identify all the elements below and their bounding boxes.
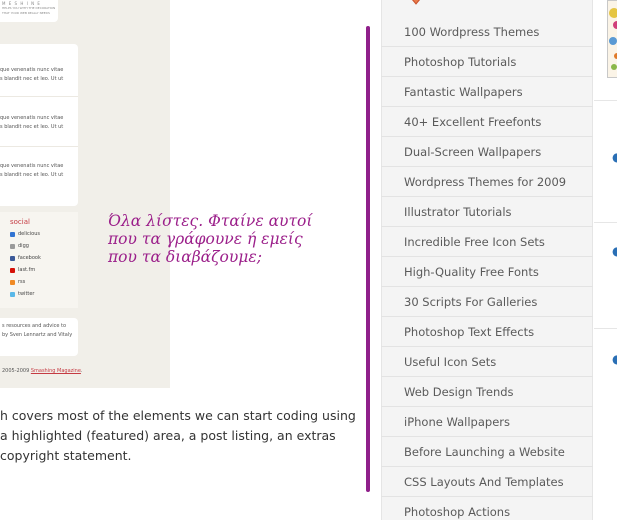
- mockup-slogan: HELPS YOU WITH THE DECORATION THAT YOUR …: [2, 6, 56, 15]
- annotation-line: που τα διαβάζουμε;: [108, 248, 262, 266]
- mockup-social-label: rss: [18, 279, 26, 285]
- mockup-copyright-suffix: .: [80, 368, 83, 374]
- right-column: ● ● ●: [594, 0, 617, 520]
- sidebar-link[interactable]: 100 Wordpress Themes: [381, 17, 593, 47]
- sidebar-link[interactable]: CSS Layouts And Templates: [381, 467, 593, 497]
- mockup-post: que venenatis nunc vitae s blandit nec e…: [0, 66, 78, 97]
- sidebar-link[interactable]: 30 Scripts For Galleries: [381, 287, 593, 317]
- mockup-social-item: facebook: [10, 255, 41, 261]
- sidebar-link[interactable]: Photoshop Text Effects: [381, 317, 593, 347]
- digg-icon: [10, 243, 15, 249]
- mockup-social-title: social: [10, 218, 30, 226]
- sidebar-link[interactable]: High-Quality Free Fonts: [381, 257, 593, 287]
- mockup-copyright-link: Smashing Magazine: [30, 368, 81, 374]
- annotation-line: Όλα λίστες. Φταίνε αυτοί: [108, 212, 313, 230]
- mockup-post-line: que venenatis nunc vitae: [0, 163, 64, 169]
- article-paragraph: h covers most of the elements we can sta…: [0, 406, 360, 466]
- facebook-icon: [10, 255, 15, 261]
- paragraph-line: a highlighted (featured) area, a post li…: [0, 428, 336, 443]
- sidebar-link-list: 100 Wordpress Themes Photoshop Tutorials…: [381, 17, 593, 520]
- sidebar-link[interactable]: Useful Icon Sets: [381, 347, 593, 377]
- mockup-post: que venenatis nunc vitae s blandit nec e…: [0, 114, 78, 147]
- mockup-post-line: s blandit nec et leo. Ut ut: [0, 124, 64, 130]
- annotation-line: που τα γράφουνε ή εμείς: [108, 230, 303, 248]
- mockup-post-listing: que venenatis nunc vitae s blandit nec e…: [0, 44, 78, 206]
- right-column-divider: [594, 100, 617, 101]
- sidebar-link[interactable]: Before Launching a Website: [381, 437, 593, 467]
- mockup-social-label: delicious: [18, 231, 40, 237]
- mockup-social-label: twitter: [18, 291, 35, 297]
- paragraph-line: copyright statement.: [0, 448, 132, 463]
- sidebar-link[interactable]: 40+ Excellent Freefonts: [381, 107, 593, 137]
- right-column-divider: [594, 328, 617, 329]
- mockup-social-label: digg: [18, 243, 29, 249]
- mockup-social-item: twitter: [10, 291, 35, 297]
- mockup-social-item: rss: [10, 279, 25, 285]
- sidebar-link[interactable]: Wordpress Themes for 2009: [381, 167, 593, 197]
- sidebar-link[interactable]: iPhone Wallpapers: [381, 407, 593, 437]
- mockup-post-divider: [0, 96, 78, 97]
- cropped-link-icon: ●: [612, 150, 617, 164]
- mockup-post-line: s blandit nec et leo. Ut ut: [0, 76, 64, 82]
- ad-thumbnail[interactable]: [607, 0, 617, 78]
- mockup-copyright-prefix: 2005-2009: [2, 368, 31, 374]
- mockup-about-box: s resources and advice to by Sven Lennar…: [0, 318, 78, 356]
- mockup-about-line: s resources and advice to: [2, 323, 67, 329]
- mockup-post-line: que venenatis nunc vitae: [0, 67, 64, 73]
- right-column-divider: [594, 222, 617, 223]
- highlight-bar: [366, 26, 370, 492]
- sidebar-link[interactable]: Fantastic Wallpapers: [381, 77, 593, 107]
- cropped-link-icon: ●: [612, 244, 617, 258]
- thumbnail-art-icon: [609, 8, 617, 70]
- mockup-social-label: facebook: [18, 255, 41, 261]
- sidebar-link[interactable]: Photoshop Tutorials: [381, 47, 593, 77]
- lastfm-icon: [10, 267, 15, 273]
- sidebar-link[interactable]: Illustrator Tutorials: [381, 197, 593, 227]
- delicious-icon: [10, 231, 15, 237]
- cropped-link-icon: ●: [612, 352, 617, 366]
- twitter-icon: [10, 291, 15, 297]
- design-mockup-image: M E S H I N E HELPS YOU WITH THE DECORAT…: [0, 0, 170, 388]
- sidebar-link[interactable]: Photoshop Actions: [381, 497, 593, 520]
- sidebar-link[interactable]: Incredible Free Icon Sets: [381, 227, 593, 257]
- mockup-copyright: 2005-2009 Smashing Magazine.: [2, 368, 83, 374]
- mockup-post-line: que venenatis nunc vitae: [0, 115, 64, 121]
- rss-icon: [10, 279, 15, 285]
- mockup-post-line: s blandit nec et leo. Ut ut: [0, 172, 64, 178]
- mockup-social-box: social delicious digg facebook last.fm r…: [0, 212, 78, 308]
- mockup-post-divider: [0, 146, 78, 147]
- mockup-tagline: M E S H I N E HELPS YOU WITH THE DECORAT…: [0, 0, 58, 22]
- mockup-social-item: delicious: [10, 231, 40, 237]
- mockup-post: que venenatis nunc vitae s blandit nec e…: [0, 162, 78, 180]
- mockup-about-line: by Sven Lennartz and Vitaly: [2, 332, 73, 338]
- mockup-social-item: digg: [10, 243, 29, 249]
- sidebar-link[interactable]: Dual-Screen Wallpapers: [381, 137, 593, 167]
- paragraph-line: h covers most of the elements we can sta…: [0, 408, 356, 423]
- mockup-social-item: last.fm: [10, 267, 35, 273]
- sidebar-logo-icon: [412, 0, 420, 5]
- mockup-social-label: last.fm: [18, 267, 36, 273]
- greek-annotation: Όλα λίστες. Φταίνε αυτοί που τα γράφουνε…: [108, 212, 358, 266]
- sidebar-link[interactable]: Web Design Trends: [381, 377, 593, 407]
